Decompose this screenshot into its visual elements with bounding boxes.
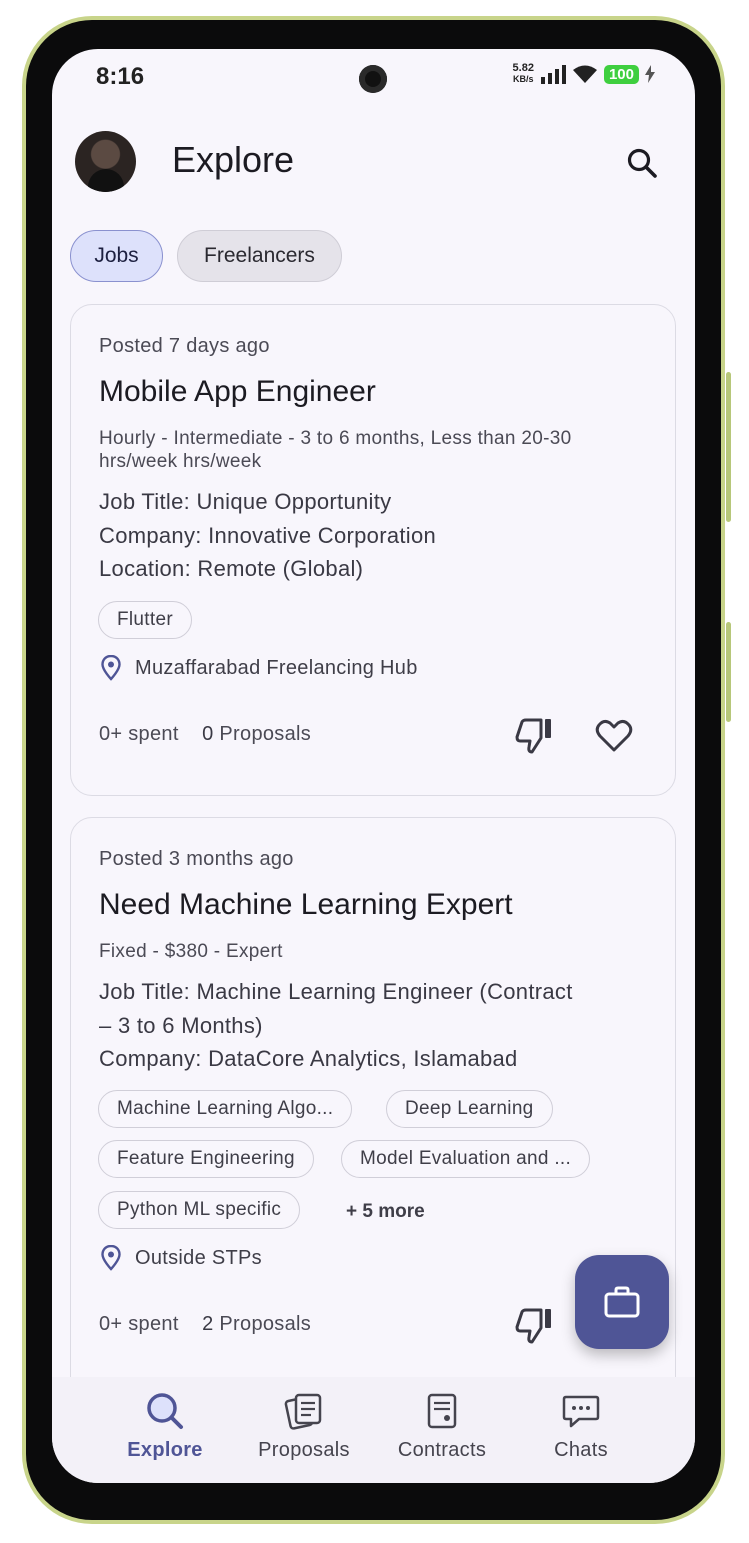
posted-time: Posted 7 days ago (99, 335, 270, 357)
proposals-label: Proposals (219, 1313, 312, 1335)
spent-label: 0+ spent (99, 1313, 179, 1335)
network-speed-value: 5.82 (512, 62, 534, 74)
thumbs-down-icon (515, 718, 551, 754)
proposals-count: 2 (202, 1313, 214, 1335)
skill-chip: Python ML specific (98, 1191, 301, 1229)
dislike-button[interactable] (512, 1304, 556, 1348)
search-icon (147, 1393, 183, 1429)
job-location: Outside STPs (101, 1245, 262, 1271)
job-card[interactable]: Posted 7 days ago Mobile App Engineer Ho… (70, 304, 676, 796)
bottom-navigation: Explore Proposals Contracts Chats (52, 1377, 695, 1483)
description-line: Job Title: Unique Opportunity (99, 489, 392, 514)
front-camera (359, 65, 387, 93)
battery-level: 100 (603, 64, 639, 84)
location-label: Muzaffarabad Freelancing Hub (135, 656, 418, 679)
nav-chats-label: Chats (554, 1439, 608, 1461)
wifi-icon (572, 65, 597, 83)
skill-chip: Deep Learning (386, 1090, 553, 1128)
power-button (726, 622, 731, 722)
job-title[interactable]: Need Machine Learning Expert (99, 888, 513, 922)
tab-jobs[interactable]: Jobs (70, 230, 163, 282)
nav-chats[interactable]: Chats (516, 1391, 646, 1462)
tab-freelancers[interactable]: Freelancers (177, 230, 342, 282)
page-title: Explore (172, 139, 295, 180)
spent-label: 0+ spent (99, 723, 179, 745)
skill-chip: Model Evaluation and ... (341, 1140, 591, 1178)
dislike-button[interactable] (512, 714, 556, 758)
skill-chip: Feature Engineering (98, 1140, 314, 1178)
network-speed-unit: KB/s (513, 74, 534, 84)
network-speed: 5.82 KB/s (513, 63, 534, 85)
charging-icon (645, 65, 655, 83)
nav-explore[interactable]: Explore (100, 1391, 230, 1462)
location-label: Outside STPs (135, 1246, 262, 1269)
description-line: Company: DataCore Analytics, Islamabad (99, 1046, 518, 1071)
job-description: Job Title: Machine Learning Engineer (Co… (99, 975, 659, 1076)
search-button[interactable] (622, 143, 662, 183)
description-line: Job Title: Machine Learning Engineer (Co… (99, 979, 573, 1004)
heart-icon (595, 719, 633, 752)
proposals-icon (284, 1393, 322, 1430)
proposals-label: Proposals (219, 723, 312, 745)
skill-chip: Machine Learning Algo... (98, 1090, 353, 1128)
chat-icon (562, 1395, 600, 1428)
nav-proposals-label: Proposals (258, 1439, 350, 1461)
nav-proposals[interactable]: Proposals (239, 1391, 369, 1462)
location-pin-icon (101, 655, 121, 681)
job-meta: Hourly - Intermediate - 3 to 6 months, L… (99, 428, 572, 472)
search-icon (627, 148, 657, 178)
job-location: Muzaffarabad Freelancing Hub (101, 655, 418, 681)
screen: 8:16 5.82 KB/s 100 Explore Jobs Freelanc… (52, 49, 695, 1483)
job-stats: 0+ spent 0 Proposals (99, 723, 311, 746)
location-pin-icon (101, 1245, 121, 1271)
nav-explore-label: Explore (127, 1439, 203, 1461)
job-stats: 0+ spent 2 Proposals (99, 1313, 311, 1336)
post-job-fab[interactable] (575, 1255, 669, 1349)
posted-time: Posted 3 months ago (99, 848, 294, 870)
user-avatar[interactable] (75, 131, 136, 192)
proposals-count: 0 (202, 723, 214, 745)
status-icons: 5.82 KB/s 100 (513, 63, 655, 85)
description-line: Company: Innovative Corporation (99, 522, 437, 548)
more-skills-link[interactable]: + 5 more (346, 1201, 425, 1223)
status-time: 8:16 (96, 63, 145, 90)
save-job-button[interactable] (592, 714, 636, 758)
nav-contracts[interactable]: Contracts (377, 1391, 507, 1462)
nav-contracts-label: Contracts (397, 1439, 487, 1461)
job-card[interactable]: Posted 3 months ago Need Machine Learnin… (70, 817, 676, 1457)
skill-chip: Flutter (98, 601, 192, 639)
contract-icon (427, 1393, 457, 1429)
volume-button (726, 372, 731, 522)
job-meta: Fixed - $380 - Expert (99, 941, 283, 962)
job-title[interactable]: Mobile App Engineer (99, 375, 376, 409)
signal-icon (540, 65, 566, 84)
job-description: Job Title: Unique Opportunity Company: I… (99, 485, 659, 586)
briefcase-icon (604, 1286, 640, 1318)
thumbs-down-icon (515, 1308, 551, 1344)
description-line: Location: Remote (Global) (99, 556, 364, 581)
description-line: – 3 to 6 Months) (99, 1012, 263, 1038)
